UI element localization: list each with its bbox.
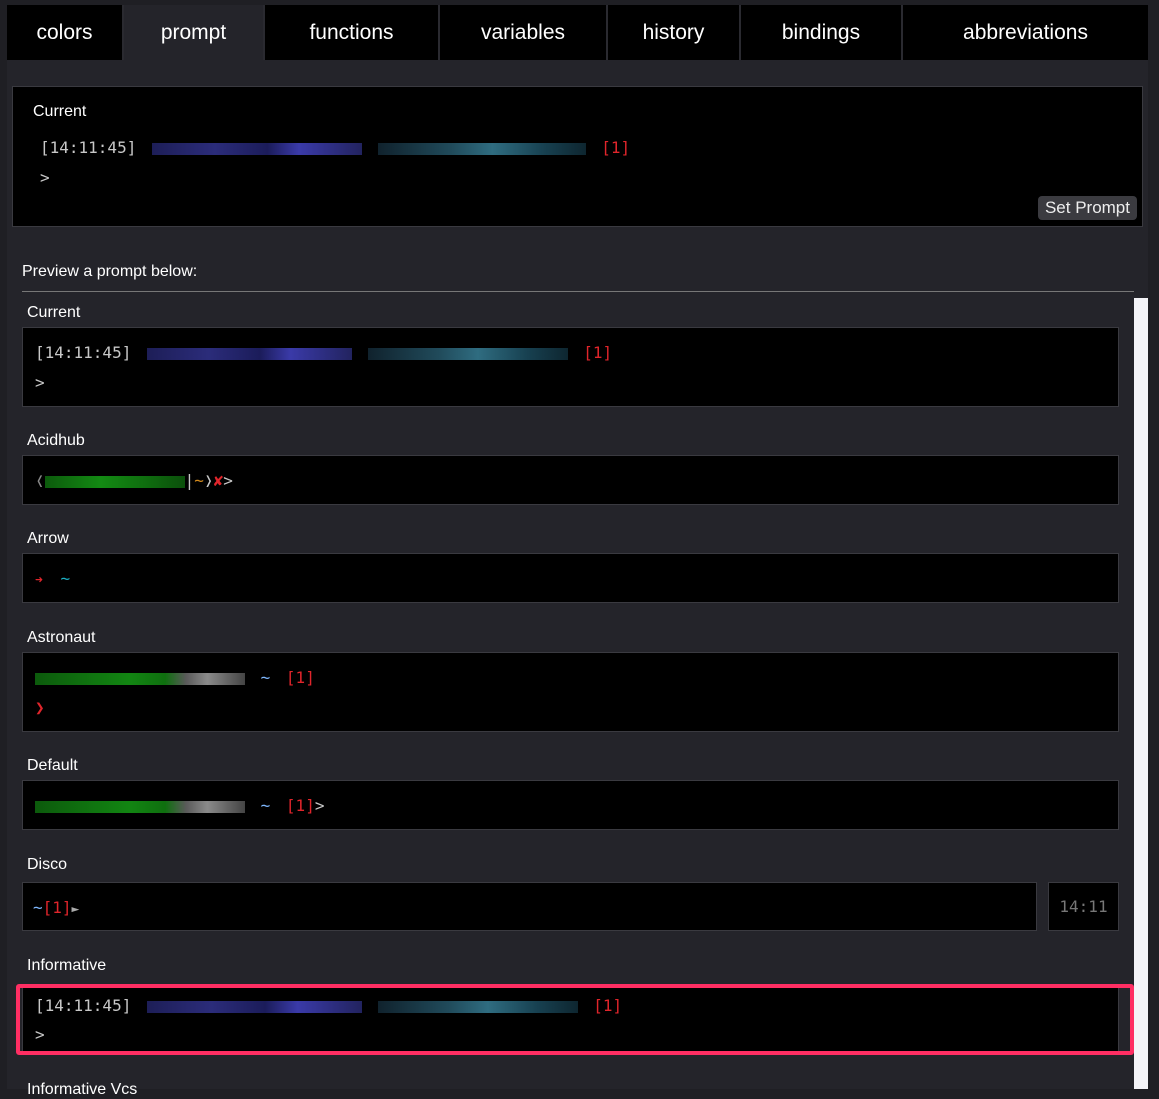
prompt-status: [1]	[285, 668, 315, 687]
close-bracket: ❭	[203, 471, 214, 490]
prompt-preview-acidhub[interactable]: ❬ |~❭✘>	[22, 455, 1119, 505]
redacted-user-host	[146, 347, 352, 360]
tab-functions[interactable]: functions	[265, 5, 440, 60]
set-prompt-button[interactable]: Set Prompt	[1037, 196, 1137, 220]
current-prompt-line-1: [14:11:45] [1]	[40, 138, 630, 157]
tab-prompt[interactable]: prompt	[124, 5, 265, 60]
prompt-label-default: Default	[27, 757, 78, 774]
prompt-status: [1]	[285, 796, 315, 815]
separator: |	[184, 471, 195, 490]
prompt-char: >	[223, 471, 233, 490]
prompt-time: [14:11:45]	[40, 138, 137, 157]
tilde: ~	[260, 668, 271, 687]
disco-right-time: 14:11	[1048, 882, 1119, 931]
scrollbar[interactable]	[1134, 298, 1148, 1089]
tab-abbreviations[interactable]: abbreviations	[903, 5, 1148, 60]
prompt-time: [14:11:45]	[35, 343, 132, 362]
current-prompt-char: >	[40, 168, 50, 187]
redacted-user-host	[35, 800, 245, 813]
prompt-char: >	[314, 796, 325, 815]
prompt-char: >	[35, 373, 45, 392]
prompt-time: [14:11:45]	[35, 996, 132, 1015]
redacted-path	[377, 1000, 578, 1013]
prompt-label-arrow: Arrow	[27, 530, 69, 547]
tab-variables[interactable]: variables	[440, 5, 608, 60]
redacted-path	[367, 347, 568, 360]
prompt-status: [1]	[583, 343, 613, 362]
open-bracket: ❬	[35, 471, 45, 490]
redacted-user-host	[35, 672, 245, 685]
error-cross-icon: ✘	[213, 471, 224, 490]
prompt-status: [1]	[593, 996, 623, 1015]
current-prompt-box: Current [14:11:45] [1] > Set Prompt	[12, 86, 1143, 227]
preview-heading: Preview a prompt below:	[22, 263, 198, 280]
tilde: ~	[260, 796, 271, 815]
prompt-preview-default[interactable]: ~ [1]>	[22, 780, 1119, 830]
tilde: ~	[194, 471, 204, 490]
prompt-preview-astronaut[interactable]: ~ [1] ❯	[22, 652, 1119, 732]
prompt-preview-informative[interactable]: [14:11:45] [1] >	[22, 986, 1119, 1053]
tab-colors[interactable]: colors	[7, 5, 124, 60]
prompt-char: ❯	[35, 698, 45, 717]
current-prompt-title: Current	[33, 103, 87, 120]
prompt-label-disco: Disco	[27, 856, 68, 873]
tab-history[interactable]: history	[608, 5, 741, 60]
prompt-status: [1]	[42, 898, 72, 917]
redacted-user-host	[146, 1000, 362, 1013]
redacted-user-host	[44, 475, 185, 488]
prompt-label-informative: Informative	[27, 957, 107, 974]
divider	[22, 291, 1134, 292]
tab-bar: colors prompt functions variables histor…	[7, 5, 1148, 60]
tab-bindings[interactable]: bindings	[741, 5, 903, 60]
redacted-user-host	[151, 142, 362, 155]
prompt-preview-arrow[interactable]: ➜ ~	[22, 553, 1119, 603]
prompt-label-informative-vcs: Informative Vcs	[27, 1081, 138, 1098]
tilde: ~	[33, 898, 43, 917]
prompt-preview-current[interactable]: [14:11:45] [1] >	[22, 327, 1119, 407]
prompt-label-acidhub: Acidhub	[27, 432, 85, 449]
arrow-icon: ➜	[35, 573, 43, 588]
tilde: ~	[60, 569, 71, 588]
prompt-status: [1]	[601, 138, 631, 157]
prompt-preview-disco[interactable]: ~[1]►	[22, 882, 1037, 931]
prompt-char: >	[35, 1025, 45, 1044]
prompt-char: ►	[71, 902, 80, 917]
prompt-label-current: Current	[27, 304, 81, 321]
prompt-label-astronaut: Astronaut	[27, 629, 96, 646]
redacted-path	[377, 142, 586, 155]
